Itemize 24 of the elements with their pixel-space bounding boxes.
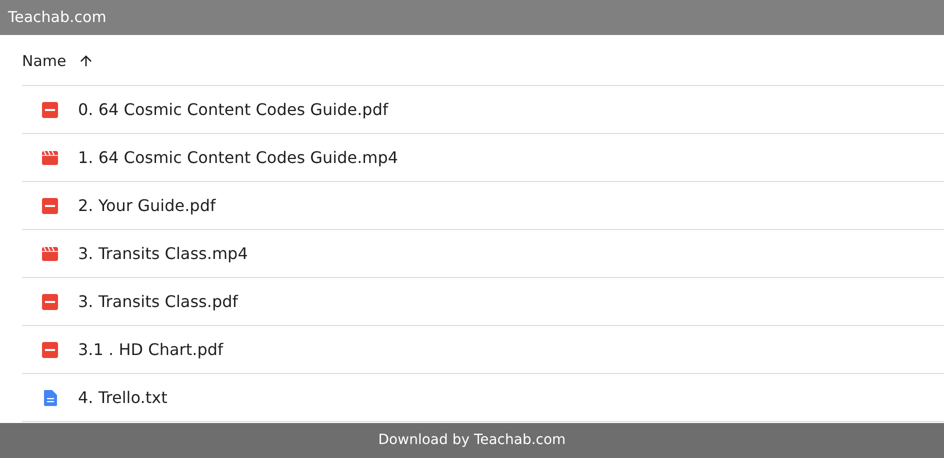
document-file-icon [44, 390, 56, 406]
video-file-icon [42, 246, 58, 260]
file-row[interactable]: 3.1 . HD Chart.pdf [22, 326, 944, 374]
file-row[interactable]: 4. Trello.txt [22, 374, 944, 422]
file-name: 2. Your Guide.pdf [78, 194, 216, 216]
file-row[interactable]: 3. Transits Class.pdf [22, 278, 944, 326]
file-name: 1. 64 Cosmic Content Codes Guide.mp4 [78, 146, 398, 168]
pdf-file-icon [42, 102, 58, 118]
name-column-header[interactable]: Name [22, 50, 66, 72]
file-row[interactable]: 2. Your Guide.pdf [22, 182, 944, 230]
site-title: Teachab.com [8, 7, 106, 28]
file-name: 3.1 . HD Chart.pdf [78, 338, 224, 360]
video-file-icon [42, 150, 58, 164]
file-name: 4. Trello.txt [78, 386, 168, 408]
file-name: 3. Transits Class.mp4 [78, 242, 248, 264]
pdf-file-icon [42, 342, 58, 358]
download-credit: Download by Teachab.com [378, 431, 566, 450]
file-row[interactable]: 3. Transits Class.mp4 [22, 230, 944, 278]
pdf-file-icon [42, 294, 58, 310]
pdf-file-icon [42, 198, 58, 214]
file-name: 0. 64 Cosmic Content Codes Guide.pdf [78, 98, 388, 120]
file-row[interactable]: 0. 64 Cosmic Content Codes Guide.pdf [22, 86, 944, 134]
file-row[interactable]: 1. 64 Cosmic Content Codes Guide.mp4 [22, 134, 944, 182]
file-name: 3. Transits Class.pdf [78, 290, 238, 312]
